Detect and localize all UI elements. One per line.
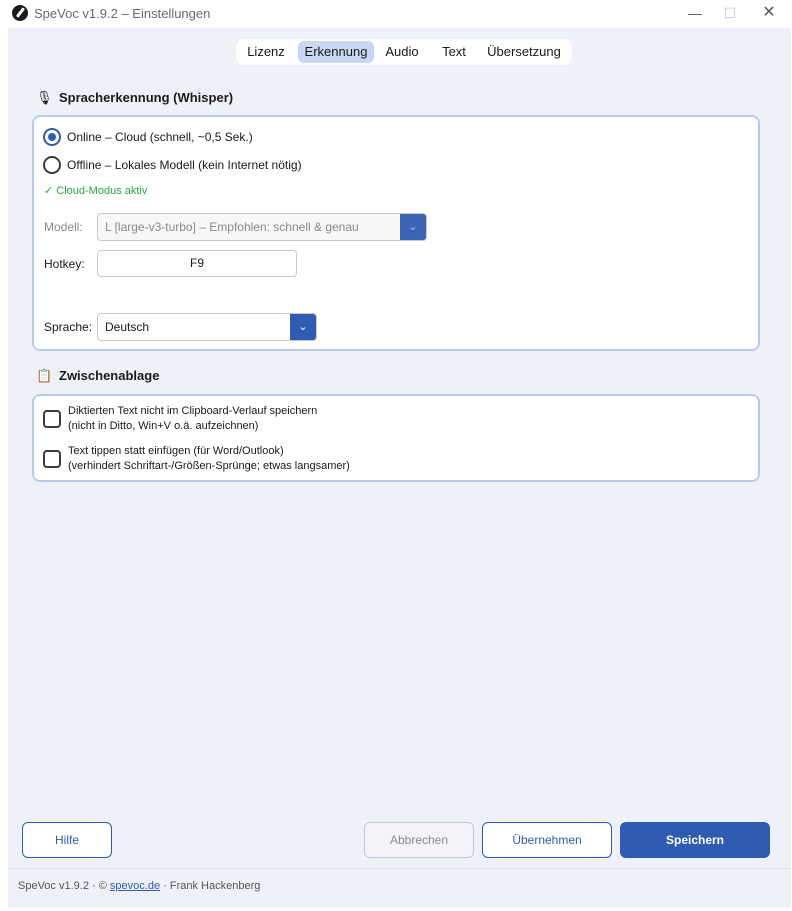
- tab-erkennung[interactable]: Erkennung: [298, 41, 374, 63]
- language-label: Sprache:: [44, 320, 93, 334]
- tab-uebersetzung[interactable]: Übersetzung: [484, 41, 564, 63]
- no-history-checkbox[interactable]: [43, 410, 61, 428]
- language-value: Deutsch: [105, 320, 150, 334]
- online-radio[interactable]: [43, 128, 61, 146]
- chevron-down-icon[interactable]: ⌄: [400, 214, 426, 240]
- no-history-text: Diktierten Text nicht im Clipboard-Verla…: [68, 404, 317, 434]
- clipboard-icon: 📋: [36, 368, 53, 383]
- tab-text[interactable]: Text: [434, 41, 474, 63]
- save-button[interactable]: Speichern: [620, 822, 770, 858]
- language-select[interactable]: Deutsch ⌄: [97, 313, 317, 341]
- tab-bar: Lizenz Erkennung Audio Text Übersetzung: [236, 39, 572, 65]
- no-history-option[interactable]: Diktierten Text nicht im Clipboard-Verla…: [43, 404, 317, 434]
- online-option[interactable]: Online – Cloud (schnell, ~0,5 Sek.): [43, 127, 253, 147]
- model-select[interactable]: L [large-v3-turbo] – Empfohlen: schnell …: [97, 213, 427, 241]
- online-label: Online – Cloud (schnell, ~0,5 Sek.): [67, 130, 253, 144]
- model-label: Modell:: [44, 220, 83, 234]
- microphone-icon: 🎙: [36, 90, 53, 105]
- offline-option[interactable]: Offline – Lokales Modell (kein Internet …: [43, 155, 302, 175]
- type-text-option[interactable]: Text tippen statt einfügen (für Word/Out…: [43, 444, 350, 474]
- model-value: L [large-v3-turbo] – Empfohlen: schnell …: [105, 220, 359, 234]
- close-button[interactable]: ✕: [752, 2, 786, 24]
- speech-section-label: Spracherkennung (Whisper): [59, 90, 234, 105]
- tab-audio[interactable]: Audio: [380, 41, 424, 63]
- website-link[interactable]: spevoc.de: [110, 880, 160, 892]
- type-text-checkbox[interactable]: [43, 450, 61, 468]
- hotkey-field[interactable]: F9: [97, 250, 297, 277]
- offline-label: Offline – Lokales Modell (kein Internet …: [67, 158, 302, 172]
- footer-copyright: ©: [98, 880, 107, 892]
- speech-section-title: 🎙 Spracherkennung (Whisper): [36, 90, 233, 106]
- app-logo-icon: [12, 5, 28, 21]
- tab-lizenz[interactable]: Lizenz: [240, 41, 292, 63]
- footer-separator: ·: [163, 880, 167, 892]
- type-text-label: Text tippen statt einfügen (für Word/Out…: [68, 445, 284, 457]
- type-text-hint: (verhindert Schriftart-/Größen-Sprünge; …: [68, 460, 350, 472]
- title-bar: SpeVoc v1.9.2 – Einstellungen — ☐ ✕: [0, 0, 792, 28]
- minimize-button[interactable]: —: [678, 2, 712, 24]
- footer-version: SpeVoc v1.9.2: [18, 880, 89, 892]
- clipboard-section-label: Zwischenablage: [59, 368, 160, 383]
- footer-author: Frank Hackenberg: [169, 880, 261, 892]
- no-history-label: Diktierten Text nicht im Clipboard-Verla…: [68, 405, 318, 417]
- clipboard-section-title: 📋 Zwischenablage: [36, 368, 159, 384]
- status-text: ✓ Cloud-Modus aktiv: [44, 185, 148, 197]
- settings-panel: Lizenz Erkennung Audio Text Übersetzung …: [8, 28, 791, 908]
- clipboard-card: Diktierten Text nicht im Clipboard-Verla…: [32, 394, 760, 482]
- no-history-hint: (nicht in Ditto, Win+V o.ä. aufzeichnen): [68, 420, 259, 432]
- help-button[interactable]: Hilfe: [22, 822, 112, 858]
- maximize-button[interactable]: ☐: [713, 2, 747, 24]
- footer: SpeVoc v1.9.2 · © spevoc.de · Frank Hack…: [18, 880, 260, 892]
- offline-radio[interactable]: [43, 156, 61, 174]
- type-text-text: Text tippen statt einfügen (für Word/Out…: [68, 444, 350, 474]
- hotkey-label: Hotkey:: [44, 257, 85, 271]
- chevron-down-icon[interactable]: ⌄: [290, 314, 316, 340]
- window-title: SpeVoc v1.9.2 – Einstellungen: [34, 6, 211, 21]
- footer-separator: ·: [92, 880, 96, 892]
- apply-button[interactable]: Übernehmen: [482, 822, 612, 858]
- speech-card: Online – Cloud (schnell, ~0,5 Sek.) Offl…: [32, 115, 760, 351]
- cancel-button[interactable]: Abbrechen: [364, 822, 474, 858]
- footer-divider: [8, 868, 791, 869]
